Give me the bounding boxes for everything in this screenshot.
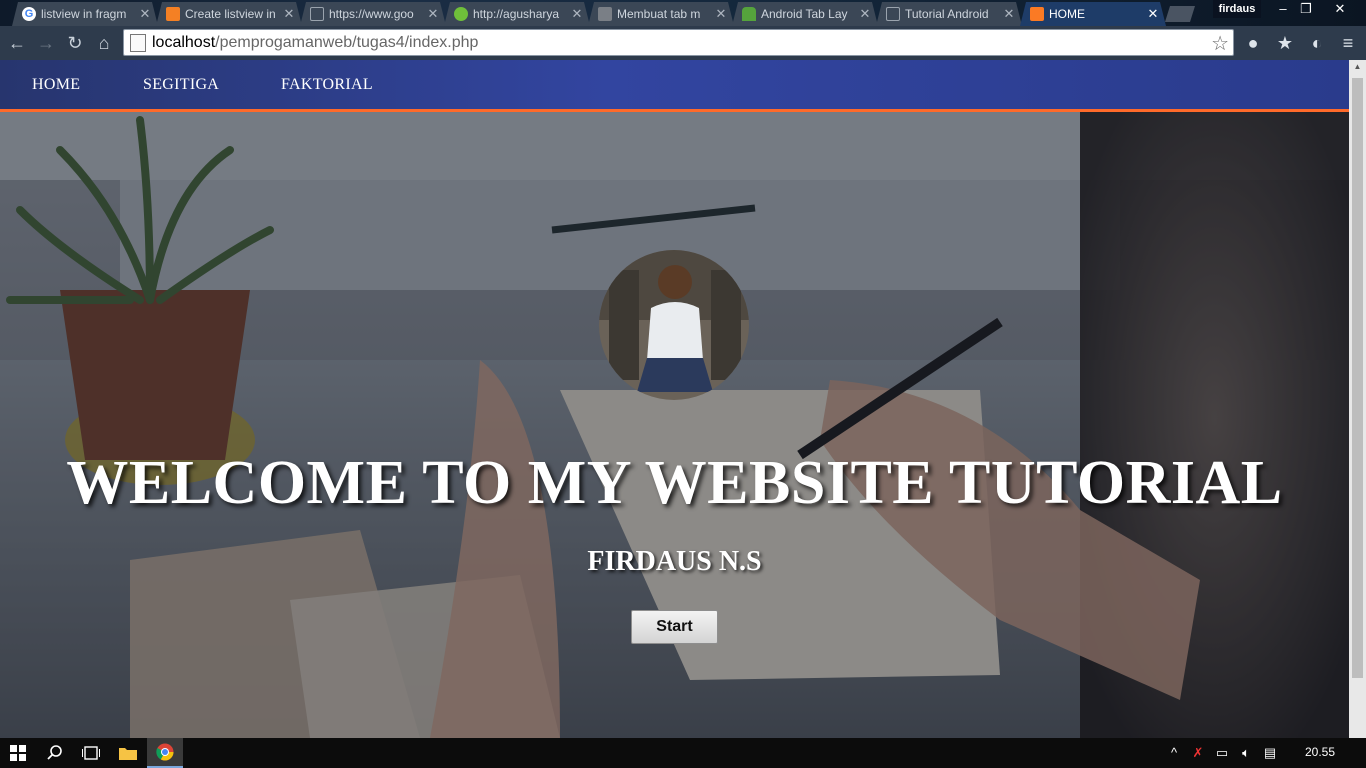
bookmark-star-icon[interactable]: ☆: [1211, 31, 1229, 56]
restore-icon[interactable]: ❐: [1293, 0, 1319, 18]
close-tab-icon[interactable]: ✕: [1146, 6, 1160, 22]
tab-title: listview in fragm: [41, 7, 127, 21]
volume-icon[interactable]: 🔈︎: [1237, 745, 1255, 761]
search-icon[interactable]: [37, 738, 73, 768]
notification-icon[interactable]: ▤: [1261, 745, 1279, 761]
tab-title: Create listview in: [185, 7, 276, 21]
page-icon: [130, 33, 146, 52]
tab-title: http://agusharya: [473, 7, 560, 21]
site-navbar: HOME SEGITIGA FAKTORIAL: [0, 60, 1349, 112]
battery-icon[interactable]: ▭: [1213, 745, 1231, 761]
browser-toolbar: ← → ↻ ⌂ localhost/pemprogamanweb/tugas4/…: [0, 26, 1366, 60]
page-icon: [886, 7, 900, 21]
network-icon[interactable]: ✗: [1189, 745, 1207, 761]
browser-tab[interactable]: https://www.goo ✕: [300, 2, 446, 26]
browser-tab[interactable]: G listview in fragm ✕: [12, 2, 158, 26]
task-view-icon[interactable]: [73, 738, 109, 768]
profile-avatar: [599, 250, 749, 400]
close-tab-icon[interactable]: ✕: [858, 6, 872, 22]
scrollbar-thumb[interactable]: [1352, 78, 1363, 678]
profile-name[interactable]: firdaus: [1213, 0, 1261, 18]
taskbar-clock[interactable]: 20.55: [1300, 745, 1340, 759]
start-button[interactable]: Start: [631, 610, 718, 644]
windows-taskbar: ^ ✗ ▭ 🔈︎ ▤ 20.55: [0, 738, 1366, 768]
close-window-icon[interactable]: ✕: [1327, 0, 1353, 18]
nav-home-link[interactable]: HOME: [32, 76, 80, 94]
page-viewport: HOME SEGITIGA FAKTORIAL WELCOME TO MY WE…: [0, 60, 1349, 738]
tab-title: https://www.goo: [329, 7, 414, 21]
close-tab-icon[interactable]: ✕: [1002, 6, 1016, 22]
close-tab-icon[interactable]: ✕: [570, 6, 584, 22]
android-icon: [742, 7, 756, 21]
extension-icon[interactable]: ●: [1241, 31, 1265, 55]
close-tab-icon[interactable]: ✕: [282, 6, 296, 22]
windows-start-icon[interactable]: [0, 738, 36, 768]
address-bar[interactable]: localhost/pemprogamanweb/tugas4/index.ph…: [123, 29, 1234, 56]
forward-icon[interactable]: →: [33, 30, 59, 56]
browser-tab[interactable]: Tutorial Android ✕: [876, 2, 1022, 26]
home-icon[interactable]: ⌂: [91, 30, 117, 56]
url-path: /pemprogamanweb/tugas4/index.php: [215, 33, 479, 51]
url-host: localhost: [152, 33, 216, 51]
file-explorer-icon[interactable]: [110, 738, 146, 768]
browser-tab[interactable]: Membuat tab m ✕: [588, 2, 734, 26]
back-icon[interactable]: ←: [4, 30, 30, 56]
chrome-taskbar-icon[interactable]: [147, 738, 183, 768]
browser-tab-strip: G listview in fragm ✕ Create listview in…: [0, 0, 1366, 26]
xampp-icon: [1030, 7, 1044, 21]
browser-tab[interactable]: Android Tab Lay ✕: [732, 2, 878, 26]
tab-title: HOME: [1049, 7, 1085, 21]
globe-extension-icon[interactable]: ◐: [1305, 31, 1329, 55]
show-hidden-icons-icon[interactable]: ^: [1165, 745, 1183, 761]
reload-icon[interactable]: ↻: [62, 30, 88, 56]
close-tab-icon[interactable]: ✕: [138, 6, 152, 22]
stackoverflow-icon: [166, 7, 180, 21]
tab-title: Membuat tab m: [617, 7, 701, 21]
browser-tab[interactable]: http://agusharya ✕: [444, 2, 590, 26]
hero-subtitle: FIRDAUS N.S: [587, 546, 762, 577]
nav-segitiga-link[interactable]: SEGITIGA: [143, 76, 219, 94]
menu-icon[interactable]: ≡: [1336, 31, 1360, 55]
page-scrollbar[interactable]: ▲: [1349, 60, 1366, 738]
gear-icon: [454, 7, 468, 21]
google-g-icon: G: [22, 7, 36, 21]
close-tab-icon[interactable]: ✕: [714, 6, 728, 22]
site-icon: [598, 7, 612, 21]
close-tab-icon[interactable]: ✕: [426, 6, 440, 22]
hero-title: WELCOME TO MY WEBSITE TUTORIAL: [66, 449, 1283, 517]
star-extension-icon[interactable]: ★: [1273, 31, 1297, 55]
new-tab-button[interactable]: [1165, 6, 1195, 22]
browser-tab-active[interactable]: HOME ✕: [1020, 2, 1166, 26]
page-icon: [310, 7, 324, 21]
desktop-screen: G listview in fragm ✕ Create listview in…: [0, 0, 1366, 768]
tab-title: Tutorial Android: [905, 7, 989, 21]
tab-title: Android Tab Lay: [761, 7, 848, 21]
scroll-up-icon[interactable]: ▲: [1349, 62, 1366, 71]
nav-faktorial-link[interactable]: FAKTORIAL: [281, 76, 373, 94]
browser-tab[interactable]: Create listview in ✕: [156, 2, 302, 26]
